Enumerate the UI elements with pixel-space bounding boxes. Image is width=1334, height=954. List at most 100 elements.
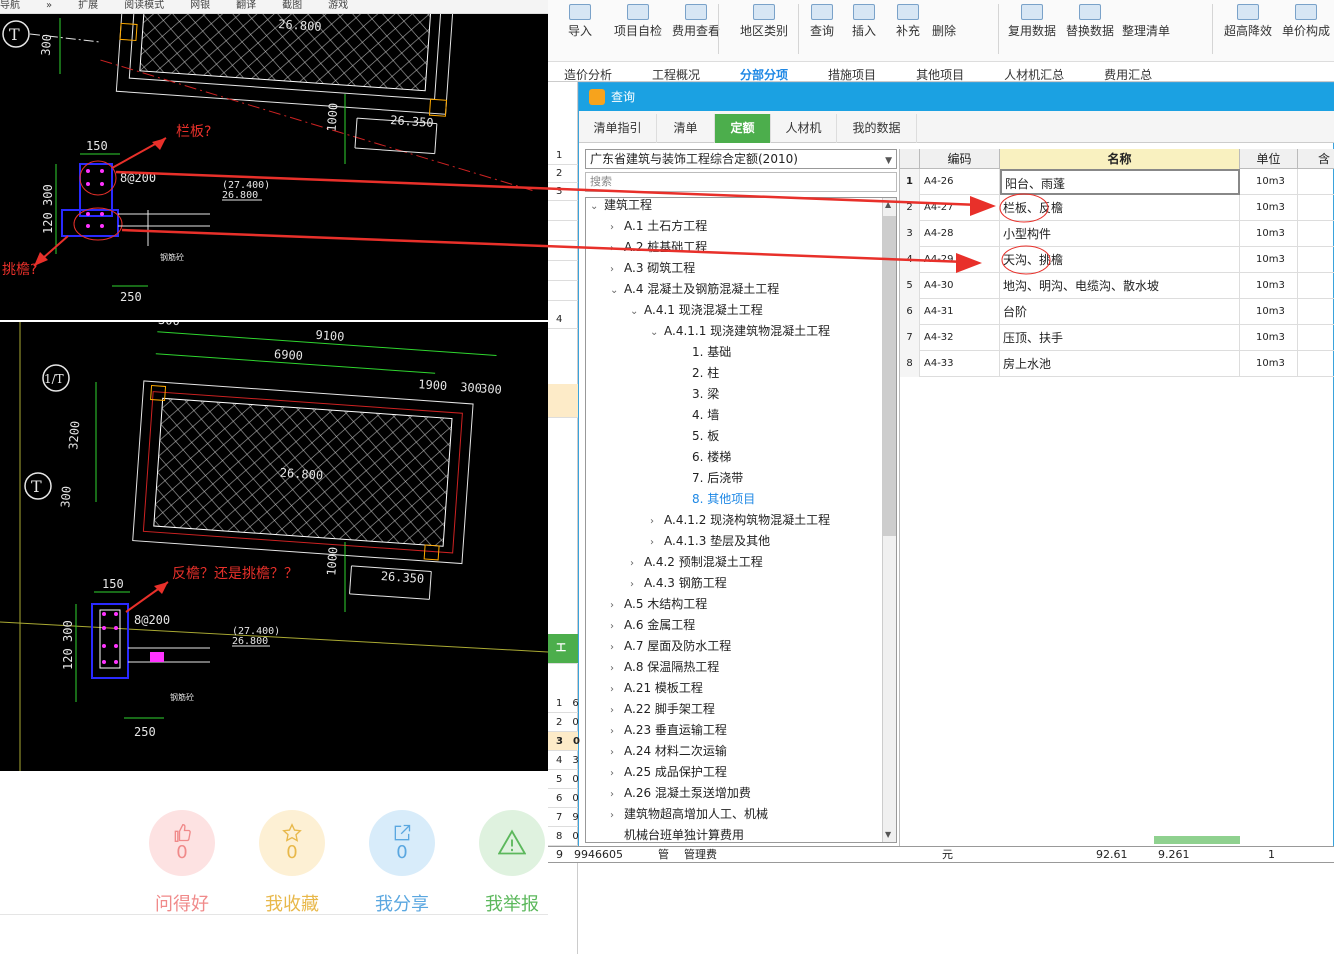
fee-row[interactable]: 9 9946605 管 管理费 元 92.61 9.261 1 — [548, 846, 1334, 863]
toolbar-button[interactable]: 替换数据 — [1066, 4, 1114, 39]
toolbar-button[interactable]: 整理清单 — [1122, 22, 1170, 39]
tree-node[interactable]: › A.8 保温隔热工程 — [610, 657, 719, 678]
scroll-up-icon[interactable]: ▲ — [885, 200, 891, 209]
toolbar-button[interactable]: 项目自检 — [614, 4, 662, 39]
fee-row-type: 管 — [658, 848, 669, 861]
tree-node[interactable]: › A.25 成品保护工程 — [610, 762, 727, 783]
main-tab[interactable]: 措施项目 — [828, 62, 876, 81]
cad-rebar: 8@200 — [134, 613, 170, 627]
tree-node[interactable]: ⌄ A.4 混凝土及钢筋混凝土工程 — [610, 279, 779, 300]
tree-scrollbar-thumb[interactable] — [883, 216, 896, 536]
browser-strip-item[interactable]: 游戏 — [328, 0, 348, 12]
cad-dim: 1000 — [324, 546, 340, 576]
tree-node[interactable]: › A.21 模板工程 — [610, 678, 703, 699]
tree-node[interactable]: › A.4.1.3 垫层及其他 — [650, 531, 770, 552]
table-row[interactable]: 3 A4-28 小型构件 10m3 — [900, 221, 1334, 247]
report-label: 我举报 — [485, 894, 539, 915]
tree-node[interactable]: › 建筑物超高增加人工、机械 — [610, 804, 768, 825]
table-row[interactable]: 1 A4-26 阳台、雨蓬 10m3 — [900, 169, 1334, 195]
tree-node[interactable]: 3. 梁 — [670, 384, 719, 405]
header-more[interactable]: 含 — [1298, 149, 1334, 169]
dialog-tab[interactable]: 清单 — [657, 114, 715, 143]
tree-node-label: 建筑物超高增加人工、机械 — [624, 807, 769, 821]
toolbar-button[interactable]: 删除 — [932, 22, 956, 39]
tree-node[interactable]: ⌄ A.4.1.1 现浇建筑物混凝土工程 — [650, 321, 830, 342]
table-cell-unit: 10m3 — [1240, 247, 1298, 273]
tree-node[interactable]: › A.6 金属工程 — [610, 615, 695, 636]
tree-node[interactable]: 2. 柱 — [670, 363, 719, 384]
browser-strip-item[interactable]: 阅读模式 — [124, 0, 164, 12]
header-name[interactable]: 名称 — [1000, 149, 1240, 169]
share-button[interactable]: 0 — [369, 810, 435, 876]
quota-library-select[interactable]: 广东省建筑与装饰工程综合定额(2010) ▼ — [585, 149, 897, 169]
tree-node[interactable]: › A.7 屋面及防水工程 — [610, 636, 731, 657]
tree-node[interactable]: › A.23 垂直运输工程 — [610, 720, 727, 741]
browser-strip-item[interactable]: 扩展 — [78, 0, 98, 12]
header-unit[interactable]: 单位 — [1240, 149, 1298, 169]
tree-node[interactable]: › A.4.2 预制混凝土工程 — [630, 552, 763, 573]
tree-node[interactable]: ⌄ A.4.1 现浇混凝土工程 — [630, 300, 763, 321]
tree-node[interactable]: 5. 板 — [670, 426, 719, 447]
table-cell-name: 地沟、明沟、电缆沟、散水坡 — [1000, 273, 1240, 299]
tree-node[interactable]: ⌄ 建筑工程 — [590, 198, 652, 216]
table-row[interactable]: 7 A4-32 压顶、扶手 10m3 — [900, 325, 1334, 351]
tree-node[interactable]: › A.26 混凝土泵送增加费 — [610, 783, 751, 804]
main-tab[interactable]: 其他项目 — [916, 62, 964, 81]
tree-node[interactable]: › A.2 桩基础工程 — [610, 237, 707, 258]
scroll-down-icon[interactable]: ▼ — [885, 830, 891, 839]
toolbar-button[interactable]: 补充 — [896, 4, 920, 39]
background-tab[interactable]: 工 — [548, 634, 578, 664]
toolbar-button[interactable]: 复用数据 — [1008, 4, 1056, 39]
tree-node[interactable]: 7. 后浇带 — [670, 468, 743, 489]
browser-strip-item[interactable]: 网银 — [190, 0, 210, 12]
toolbar-button[interactable]: 费用查看 — [672, 4, 720, 39]
toolbar-button[interactable]: 单价构成 — [1282, 4, 1330, 39]
tree-node[interactable]: › A.5 木结构工程 — [610, 594, 707, 615]
cad-dim: 26.350 — [390, 113, 434, 130]
main-tab[interactable]: 人材机汇总 — [1004, 62, 1064, 81]
toolbar-button[interactable]: 插入 — [852, 4, 876, 39]
favorite-label: 我收藏 — [265, 894, 319, 915]
tree-node[interactable]: › A.1 土石方工程 — [610, 216, 707, 237]
dialog-tab[interactable]: 定额 — [715, 114, 771, 143]
table-cell-idx: 7 — [900, 325, 920, 351]
toolbar-button[interactable]: 查询 — [810, 4, 834, 39]
browser-strip-item[interactable]: 截图 — [282, 0, 302, 12]
toolbar-button[interactable]: 超高降效 — [1224, 4, 1272, 39]
dialog-tab[interactable]: 我的数据 — [837, 114, 917, 143]
dialog-tab[interactable]: 人材机 — [771, 114, 837, 143]
tree-node[interactable]: › A.4.1.2 现浇构筑物混凝土工程 — [650, 510, 830, 531]
dialog-tab[interactable]: 清单指引 — [579, 114, 657, 143]
tree-node[interactable]: › A.4.3 钢筋工程 — [630, 573, 727, 594]
toolbar-button[interactable]: 导入 — [568, 4, 592, 39]
table-row[interactable]: 2 A4-27 栏板、反檐 10m3 — [900, 195, 1334, 221]
header-code[interactable]: 编码 — [920, 149, 1000, 169]
table-row[interactable]: 8 A4-33 房上水池 10m3 — [900, 351, 1334, 377]
tree-node[interactable]: 6. 楼梯 — [670, 447, 731, 468]
table-row[interactable]: 4 A4-29 天沟、挑檐 10m3 — [900, 247, 1334, 273]
favorite-button[interactable]: 0 — [259, 810, 325, 876]
browser-strip-item[interactable]: 导航 — [0, 0, 20, 12]
like-button[interactable]: 0 — [149, 810, 215, 876]
main-tab[interactable]: 费用汇总 — [1104, 62, 1152, 81]
browser-strip-item[interactable]: » — [46, 0, 52, 12]
tree-node[interactable]: 8. 其他项目 — [670, 489, 755, 510]
table-cell-name: 小型构件 — [1000, 221, 1240, 247]
tree-node[interactable]: › A.24 材料二次运输 — [610, 741, 727, 762]
browser-strip-item[interactable]: 翻译 — [236, 0, 256, 12]
main-tab[interactable]: 分部分项 — [740, 62, 788, 81]
tree-node[interactable]: 4. 墙 — [670, 405, 719, 426]
search-input[interactable]: 搜索 — [585, 172, 897, 192]
table-row[interactable]: 5 A4-30 地沟、明沟、电缆沟、散水坡 10m3 — [900, 273, 1334, 299]
report-button[interactable] — [479, 810, 545, 876]
main-tab[interactable]: 工程概况 — [652, 62, 700, 81]
tree-node[interactable]: › A.3 砌筑工程 — [610, 258, 695, 279]
tree-node[interactable]: 机械台班单独计算费用 — [610, 825, 744, 842]
tree-node[interactable]: 1. 基础 — [670, 342, 731, 363]
main-tab[interactable]: 造价分析 — [564, 62, 612, 81]
toolbar-button[interactable]: 地区类别 — [740, 4, 788, 39]
tree-node[interactable]: › A.22 脚手架工程 — [610, 699, 715, 720]
table-row[interactable]: 6 A4-31 台阶 10m3 — [900, 299, 1334, 325]
fee-row-name: 管理费 — [684, 848, 717, 861]
chevron-right-icon: › — [650, 537, 654, 548]
